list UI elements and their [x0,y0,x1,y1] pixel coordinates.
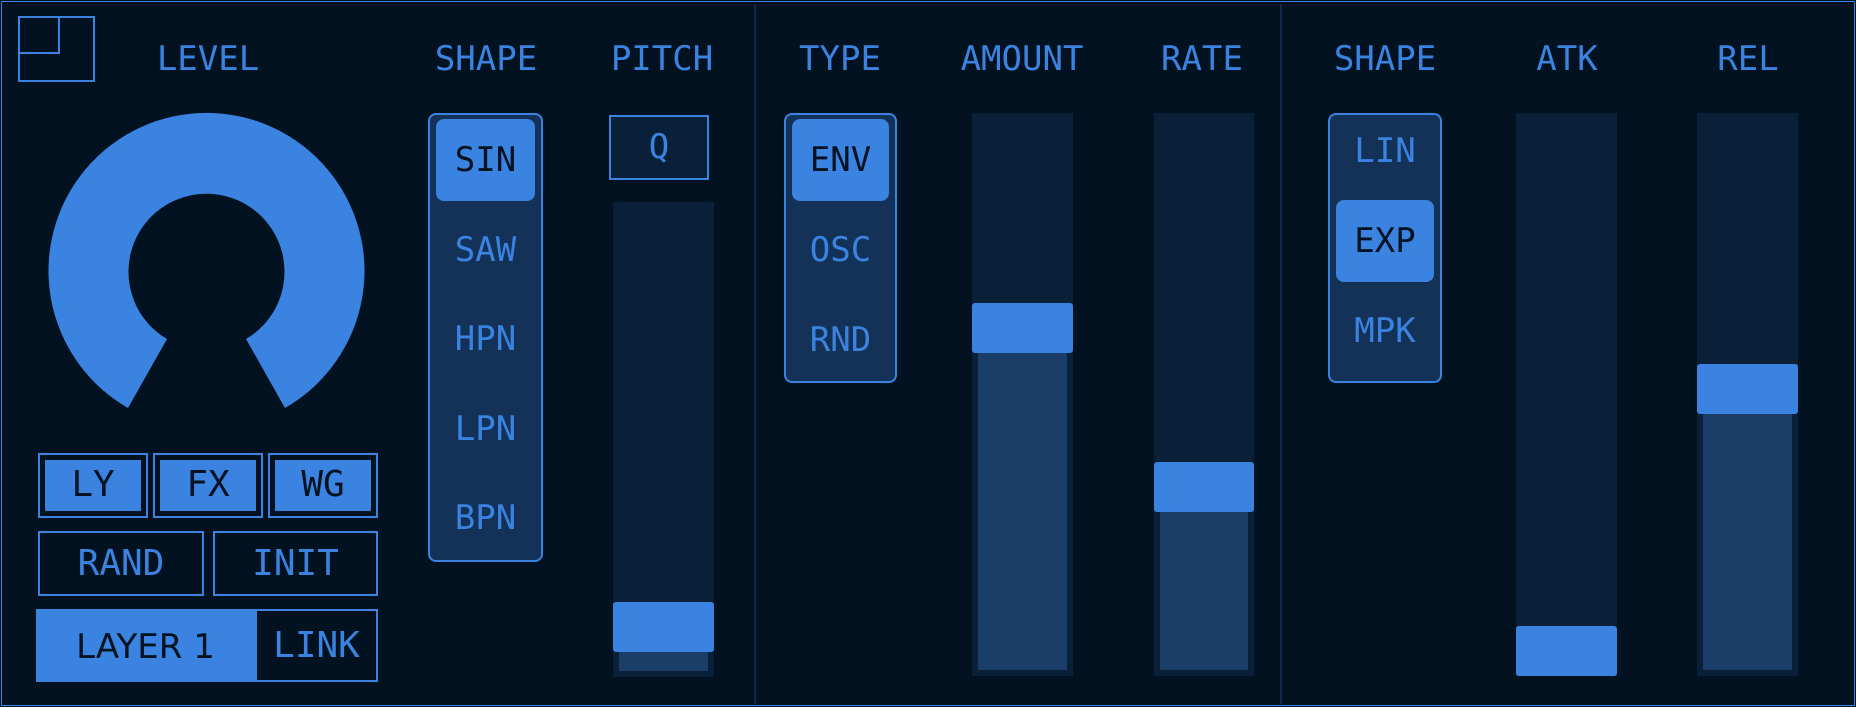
osc-shape-option[interactable]: SIN [436,119,535,201]
wg-button[interactable]: WG [268,453,378,518]
section-divider [1280,4,1282,704]
level-knob[interactable] [46,110,368,412]
slider-thumb[interactable] [1154,461,1254,512]
osc-shape-option[interactable]: BPN [436,477,535,559]
env-shape-option[interactable]: MPK [1336,290,1434,372]
mod-type-option[interactable]: RND [792,299,889,381]
slider-thumb[interactable] [1516,626,1617,676]
fx-button[interactable]: FX [153,453,263,518]
rel-slider[interactable] [1697,113,1798,676]
osc-shape-option[interactable]: HPN [436,298,535,380]
slider-thumb[interactable] [1697,364,1798,415]
osc-shape-label: SHAPE [434,39,538,79]
slider-thumb[interactable] [613,601,714,652]
menu-icon[interactable] [18,16,95,82]
env-shape-option[interactable]: LIN [1336,110,1434,192]
amount-slider[interactable] [972,113,1073,676]
osc-shape-option[interactable]: SAW [436,209,535,291]
mod-type-selector: ENV OSC RND [784,113,897,383]
synth-panel: LEVEL LY FX WG RAND INIT LAYER 1 LINK SH… [1,1,1855,706]
pitch-label: PITCH [610,39,714,79]
osc-shape-option[interactable]: LPN [436,388,535,470]
ly-button[interactable]: LY [38,453,148,518]
atk-slider[interactable] [1516,113,1617,676]
rate-slider[interactable] [1154,113,1254,676]
slider-fill [1160,486,1248,670]
slider-thumb[interactable] [972,302,1073,353]
rand-button[interactable]: RAND [38,531,204,596]
layer-selector[interactable]: LAYER 1 [36,609,255,682]
osc-shape-selector: SIN SAW HPN LPN BPN [428,113,543,562]
slider-fill [1703,389,1792,670]
slider-fill [978,327,1067,670]
slider-track [1516,113,1617,676]
pitch-slider[interactable] [613,202,714,677]
atk-label: ATK [1536,39,1598,79]
mod-type-label: TYPE [799,39,881,79]
env-shape-option[interactable]: EXP [1336,200,1434,282]
env-shape-label: SHAPE [1333,39,1437,79]
section-divider [754,4,756,704]
link-button[interactable]: LINK [255,609,378,682]
quantize-button[interactable]: Q [609,115,709,180]
init-button[interactable]: INIT [213,531,378,596]
mod-type-option[interactable]: ENV [792,119,889,201]
level-knob-arc [48,112,365,408]
mod-type-option[interactable]: OSC [792,209,889,291]
env-shape-selector: LIN EXP MPK [1328,113,1442,383]
rate-label: RATE [1161,39,1243,79]
rel-label: REL [1717,39,1779,79]
level-label: LEVEL [156,39,260,79]
amount-label: AMOUNT [960,39,1084,79]
